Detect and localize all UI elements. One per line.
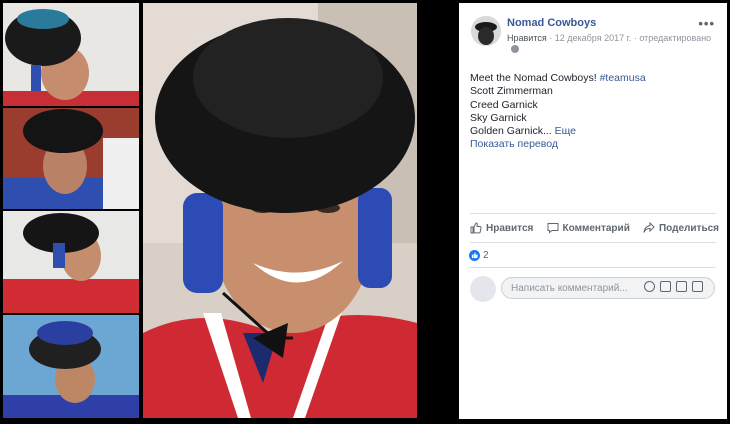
- thumbs-up-icon: [470, 222, 482, 234]
- divider: [470, 267, 716, 268]
- post-line-intro: Meet the Nomad Cowboys!: [470, 72, 597, 84]
- thumbnail-photo-1[interactable]: [3, 3, 139, 106]
- comment-composer: [470, 276, 716, 302]
- more-icon[interactable]: •••: [698, 16, 715, 31]
- post-line-name: Golden Garnick...: [470, 125, 552, 138]
- post-author[interactable]: Nomad Cowboys: [507, 17, 596, 29]
- photo-viewer[interactable]: [0, 0, 452, 424]
- post-line-name: Sky Garnick: [470, 111, 527, 124]
- like-reaction-icon: [469, 250, 480, 261]
- post-panel: Nomad Cowboys Нравится · 12 декабря 2017…: [459, 3, 727, 419]
- edited-label[interactable]: отредактировано: [639, 33, 711, 43]
- emoji-icon[interactable]: [644, 281, 655, 292]
- comment-button-label: Комментарий: [562, 222, 630, 234]
- divider: [470, 242, 716, 243]
- user-avatar: [470, 276, 496, 302]
- camera-icon[interactable]: [660, 281, 671, 292]
- post-line-name: Scott Zimmerman: [470, 85, 553, 98]
- reaction-count: 2: [483, 250, 489, 261]
- share-icon: [643, 222, 655, 233]
- thumbnail-photo-2[interactable]: [3, 108, 139, 209]
- reaction-summary[interactable]: 2: [469, 250, 489, 261]
- sticker-icon[interactable]: [692, 281, 703, 292]
- globe-icon: [511, 45, 519, 53]
- post-date[interactable]: 12 декабря 2017 г.: [555, 33, 632, 43]
- post-line-name: Creed Garnick: [470, 98, 538, 111]
- share-button-label: Поделиться: [658, 222, 719, 234]
- page-avatar[interactable]: [471, 16, 501, 46]
- thumbnail-photo-4[interactable]: [3, 315, 139, 418]
- comment-button[interactable]: Комментарий: [547, 222, 630, 234]
- comment-tools: [644, 281, 703, 292]
- like-button[interactable]: Нравится: [470, 222, 533, 234]
- main-photo[interactable]: [143, 3, 417, 418]
- post-actions: Нравится Комментарий Поделиться: [470, 218, 719, 238]
- thumbnail-photo-3[interactable]: [3, 211, 139, 313]
- post-text: Meet the Nomad Cowboys! #teamusa Scott Z…: [470, 72, 646, 152]
- comment-icon: [547, 223, 558, 234]
- like-button-label: Нравится: [486, 222, 534, 234]
- page-like-link[interactable]: Нравится: [507, 33, 547, 43]
- post-meta: Нравится · 12 декабря 2017 г. · отредакт…: [507, 33, 711, 43]
- see-translation-link[interactable]: Показать перевод: [470, 138, 646, 151]
- gif-icon[interactable]: [676, 281, 687, 292]
- hashtag-link[interactable]: #teamusa: [600, 72, 646, 84]
- divider: [470, 213, 716, 214]
- share-button[interactable]: Поделиться: [643, 222, 719, 234]
- see-more-link[interactable]: Еще: [555, 125, 576, 137]
